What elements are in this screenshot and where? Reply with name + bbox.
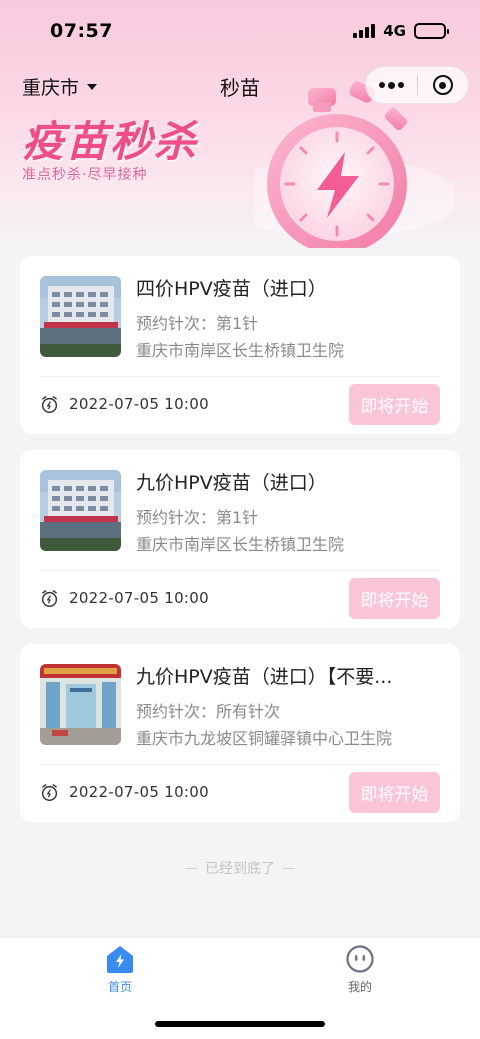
upcoming-button[interactable]: 即将开始 (349, 578, 440, 619)
end-of-list: 已经到底了 (0, 858, 480, 878)
start-time: 2022-07-05 10:00 (69, 783, 209, 801)
alarm-clock-icon (41, 590, 58, 608)
upcoming-button[interactable]: 即将开始 (349, 384, 440, 425)
target-circle-icon (432, 75, 453, 95)
card-divider (40, 764, 440, 765)
signal-icon (353, 24, 376, 38)
tab-mine[interactable]: 我的 (300, 944, 420, 995)
card-divider (40, 376, 440, 377)
end-note-text: 已经到底了 (205, 861, 275, 877)
status-bar: 07:57 4G (0, 0, 480, 62)
status-time: 07:57 (50, 20, 113, 42)
hero-title: 疫苗秒杀 (22, 117, 199, 166)
network-type: 4G (383, 22, 406, 40)
tab-home[interactable]: 首页 (60, 944, 180, 995)
divider-line (283, 867, 295, 869)
vaccine-name: 九价HPV疫苗（进口）【不要... (136, 666, 393, 688)
battery-icon (414, 23, 449, 39)
vaccine-card[interactable]: 九价HPV疫苗（进口）【不要... 预约针次：所有针次 重庆市九龙坡区铜罐驿镇中… (20, 644, 460, 822)
alarm-clock-icon (41, 784, 58, 802)
hospital-photo (40, 470, 121, 551)
vaccine-name: 四价HPV疫苗（进口） (136, 278, 327, 300)
start-time: 2022-07-05 10:00 (69, 395, 209, 413)
hospital-name: 重庆市南岸区长生桥镇卫生院 (136, 535, 345, 554)
close-miniprogram-button[interactable] (417, 66, 468, 104)
vaccine-card[interactable]: 九价HPV疫苗（进口） 预约针次：第1针 重庆市南岸区长生桥镇卫生院 2022-… (20, 450, 460, 628)
hospital-photo (40, 276, 121, 357)
smiley-face-icon (346, 945, 374, 973)
hospital-photo (40, 664, 121, 745)
nav-bar: 重庆市 秒苗 (0, 62, 480, 106)
upcoming-button[interactable]: 即将开始 (349, 772, 440, 813)
dose-info: 预约针次：第1针 (136, 314, 259, 333)
more-button[interactable] (366, 66, 417, 104)
dose-info: 预约针次：第1针 (136, 508, 259, 527)
card-divider (40, 570, 440, 571)
hero-subtitle: 准点秒杀·尽早接种 (22, 167, 148, 183)
status-indicators: 4G (353, 22, 449, 40)
home-lightning-icon (107, 946, 133, 973)
hospital-name: 重庆市南岸区长生桥镇卫生院 (136, 341, 345, 360)
more-dots-icon (378, 81, 404, 89)
start-time: 2022-07-05 10:00 (69, 589, 209, 607)
hero-banner: 07:57 4G 重庆市 秒苗 疫苗秒杀 准点秒杀·尽早接种 (0, 0, 480, 250)
home-indicator (155, 1021, 325, 1027)
vaccine-name: 九价HPV疫苗（进口） (136, 472, 327, 494)
alarm-clock-icon (41, 396, 58, 414)
tab-mine-label: 我的 (347, 980, 372, 994)
hospital-name: 重庆市九龙坡区铜罐驿镇中心卫生院 (136, 729, 393, 748)
miniprogram-capsule (365, 66, 469, 104)
tab-home-label: 首页 (107, 980, 132, 994)
divider-line (185, 867, 197, 869)
dose-info: 预约针次：所有针次 (136, 702, 281, 721)
vaccine-card[interactable]: 四价HPV疫苗（进口） 预约针次：第1针 重庆市南岸区长生桥镇卫生院 2022-… (20, 256, 460, 434)
